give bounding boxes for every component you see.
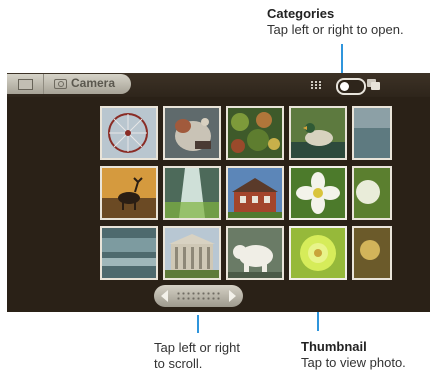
thumbnail-callout: Thumbnail Tap to view photo. xyxy=(301,339,406,371)
thumbnail-polar-bear[interactable] xyxy=(226,226,284,280)
thumbnail-edge-3[interactable] xyxy=(352,226,392,280)
thumbnail-stuffed-animal[interactable] xyxy=(163,106,221,160)
thumbnail-white-flower[interactable] xyxy=(289,166,347,220)
scroll-callout: Tap left or right to scroll. xyxy=(154,340,240,372)
thumbnail-callout-title: Thumbnail xyxy=(301,339,367,354)
categories-callout-text: Tap left or right to open. xyxy=(267,22,404,37)
scroll-right-arrow-icon[interactable] xyxy=(229,290,236,302)
thumbnail-water[interactable] xyxy=(100,226,158,280)
thumbnail-ferris-wheel[interactable] xyxy=(100,106,158,160)
thumbnail-columned-building[interactable] xyxy=(163,226,221,280)
thumbnail-brick-house[interactable] xyxy=(226,166,284,220)
thumbnail-deer-sunset[interactable] xyxy=(100,166,158,220)
gallery-home-icon[interactable] xyxy=(7,74,44,94)
gallery-screen: Camera xyxy=(7,73,430,312)
thumbnail-edge-1[interactable] xyxy=(352,106,392,160)
categories-callout: Categories Tap left or right to open. xyxy=(267,6,404,38)
camera-icon xyxy=(54,79,67,89)
thumbnail-waterfall[interactable] xyxy=(163,166,221,220)
thumbnail-duck[interactable] xyxy=(289,106,347,160)
scroll-callout-line xyxy=(197,315,199,333)
grid-view-icon[interactable] xyxy=(311,80,323,89)
scroll-left-arrow-icon[interactable] xyxy=(161,290,168,302)
scroll-grip[interactable] xyxy=(176,291,221,301)
stack-view-icon[interactable] xyxy=(367,79,380,90)
scroll-bar[interactable] xyxy=(154,285,243,307)
scroll-callout-line1: Tap left or right xyxy=(154,340,240,355)
thumbnail-callout-text: Tap to view photo. xyxy=(301,355,406,370)
thumbnail-edge-2[interactable] xyxy=(352,166,392,220)
breadcrumb: Camera xyxy=(7,74,131,94)
breadcrumb-camera-label[interactable]: Camera xyxy=(71,76,115,90)
thumbnail-coral-reef[interactable] xyxy=(226,106,284,160)
scroll-callout-line2: to scroll. xyxy=(154,356,203,371)
view-toggle-switch[interactable] xyxy=(336,78,366,95)
categories-callout-title: Categories xyxy=(267,6,335,21)
gallery-top-bar: Camera xyxy=(7,73,430,97)
thumbnail-green-flower[interactable] xyxy=(289,226,347,280)
